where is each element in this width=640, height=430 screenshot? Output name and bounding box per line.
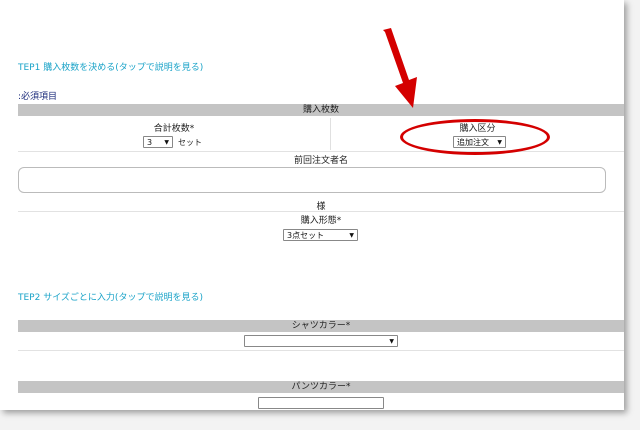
total-count-label: 合計枚数*: [153, 124, 195, 134]
total-count-unit: セット: [178, 138, 202, 147]
required-note: :必須項目: [18, 92, 58, 102]
shirt-color-header: シャツカラー*: [18, 320, 624, 332]
purchase-form-select[interactable]: 3点セット ▼: [283, 229, 358, 241]
step1-link[interactable]: TEP1 購入枚数を決める(タップで説明を見る): [18, 60, 203, 73]
purchase-count-header: 購入枚数: [18, 104, 624, 116]
row-divider: [18, 210, 624, 212]
pants-color-header: パンツカラー*: [18, 381, 624, 393]
pants-color-select[interactable]: [258, 397, 384, 409]
chevron-down-icon: ▼: [389, 338, 394, 345]
shirt-color-select[interactable]: ▼: [244, 335, 398, 347]
chevron-down-icon: ▼: [164, 139, 169, 146]
red-arrow-icon: [383, 28, 417, 108]
step2-link[interactable]: TEP2 サイズごとに入力(タップで説明を見る): [18, 290, 203, 303]
annotation-ellipse: [400, 119, 550, 155]
previous-orderer-label: 前回注文者名: [293, 156, 348, 166]
row-divider: [18, 349, 624, 351]
chevron-down-icon: ▼: [349, 232, 354, 239]
purchase-form-value: 3点セット: [287, 231, 325, 240]
form-page: TEP1 購入枚数を決める(タップで説明を見る) :必須項目 購入枚数 合計枚数…: [0, 0, 624, 410]
purchase-form-label: 購入形態*: [300, 216, 342, 226]
total-count-select[interactable]: 3 ▼: [143, 136, 173, 148]
previous-orderer-input[interactable]: [18, 167, 606, 193]
total-count-value: 3: [147, 138, 153, 147]
